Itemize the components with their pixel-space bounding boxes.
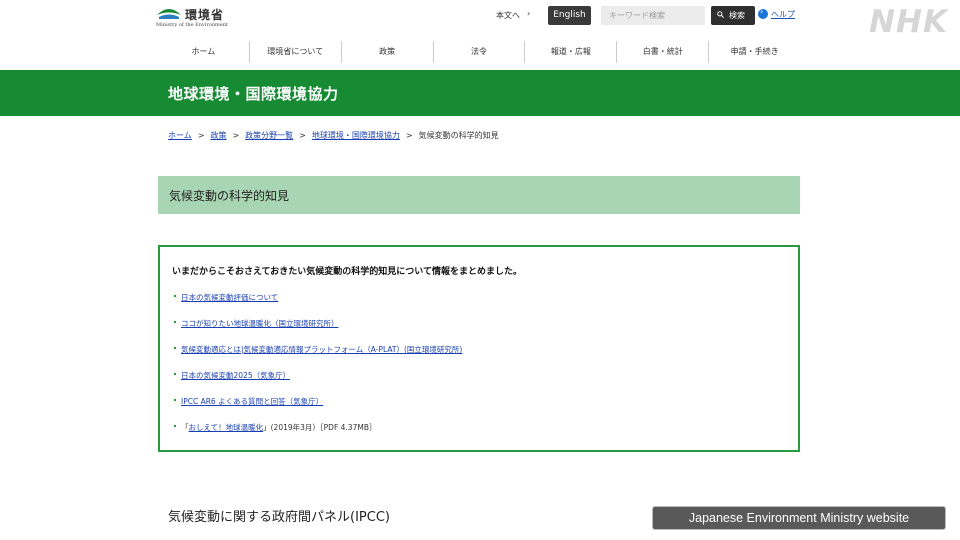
breadcrumb-policy-list[interactable]: 政策分野一覧: [245, 131, 293, 140]
link-a-plat[interactable]: 気候変動適応とは|気候変動適応情報プラットフォーム（A-PLAT）(国立環境研究…: [181, 345, 462, 354]
link-japan-climate-assessment[interactable]: 日本の気候変動評価について: [181, 293, 278, 302]
search-button[interactable]: 検索: [711, 6, 755, 25]
skip-to-content-link[interactable]: 本文へ ›: [496, 9, 530, 21]
banner-title: 地球環境・国際環境協力: [168, 85, 339, 103]
search-button-label: 検索: [729, 11, 745, 20]
breadcrumb: ホーム > 政策 > 政策分野一覧 > 地球環境・国際環境協力 > 気候変動の科学的知見: [168, 130, 499, 141]
bullet-icon: [174, 321, 176, 323]
english-button[interactable]: English: [548, 6, 591, 25]
breadcrumb-separator: >: [232, 131, 240, 140]
link-japan-climate-2025[interactable]: 日本の気候変動2025（気象庁）: [181, 371, 290, 380]
list-item: 気候変動適応とは|気候変動適応情報プラットフォーム（A-PLAT）(国立環境研究…: [174, 344, 462, 370]
list-item: 日本の気候変動評価について: [174, 292, 462, 318]
bullet-icon: [174, 373, 176, 375]
nav-item-about[interactable]: 環境省について: [250, 41, 342, 63]
nav-item-policy[interactable]: 政策: [342, 41, 434, 63]
breadcrumb-separator: >: [299, 131, 306, 140]
quote-open: 「: [181, 423, 189, 432]
page-title: 気候変動の科学的知見: [169, 189, 290, 203]
breadcrumb-separator: >: [197, 131, 205, 140]
list-item: 日本の気候変動2025（気象庁）: [174, 370, 462, 396]
list-item: 「おしえて！地球温暖化」(2019年3月）［PDF 4.37MB］: [174, 422, 462, 448]
breadcrumb-separator: >: [405, 131, 413, 140]
logo-text: 環境省: [185, 8, 225, 22]
nav-item-press[interactable]: 報道・広報: [525, 41, 618, 63]
ministry-logo[interactable]: 環境省 Ministry of the Environment: [156, 4, 236, 30]
link-oshiete-global-warming-pdf[interactable]: おしえて！地球温暖化: [189, 423, 264, 432]
logo-english-text: Ministry of the Environment: [156, 22, 228, 28]
news-caption: Japanese Environment Ministry website: [652, 506, 946, 530]
ipcc-heading: 気候変動に関する政府間パネル(IPCC): [168, 510, 390, 525]
nav-item-laws[interactable]: 法令: [434, 41, 526, 63]
chevron-right-icon: ›: [527, 9, 531, 18]
nav-item-home[interactable]: ホーム: [158, 41, 250, 63]
logo-leaf-icon: [157, 9, 181, 19]
info-box: いまだからこそおさえておきたい気候変動の科学的知見について情報をまとめました。 …: [158, 245, 800, 452]
chevron-right-circle-icon: ›: [758, 7, 768, 19]
breadcrumb-home[interactable]: ホーム: [168, 131, 192, 140]
nhk-watermark: NHK: [869, 4, 948, 40]
skip-to-content-label: 本文へ: [496, 11, 520, 20]
list-item: IPCC AR6 よくある質問と回答（気象庁）: [174, 396, 462, 422]
link-ipcc-ar6-faq[interactable]: IPCC AR6 よくある質問と回答（気象庁）: [181, 397, 323, 406]
pdf-info: 」(2019年3月）［PDF 4.37MB］: [263, 423, 377, 432]
nav-item-applications[interactable]: 申請・手続き: [709, 41, 800, 63]
global-nav: ホーム 環境省について 政策 法令 報道・広報 白書・統計 申請・手続き: [158, 41, 800, 63]
search-icon: [717, 11, 724, 18]
bullet-icon: [174, 295, 176, 297]
list-item: ココが知りたい地球温暖化（国立環境研究所）: [174, 318, 462, 344]
breadcrumb-global-environment[interactable]: 地球環境・国際環境協力: [312, 131, 400, 140]
intro-text: いまだからこそおさえておきたい気候変動の科学的知見について情報をまとめました。: [172, 267, 523, 277]
search-input[interactable]: [601, 6, 705, 25]
bullet-icon: [174, 425, 176, 427]
link-nies-global-warming-faq[interactable]: ココが知りたい地球温暖化（国立環境研究所）: [181, 319, 339, 328]
bullet-icon: [174, 399, 176, 401]
help-link-label: ヘルプ: [771, 10, 795, 19]
breadcrumb-current: 気候変動の科学的知見: [418, 131, 499, 140]
bullet-icon: [174, 347, 176, 349]
breadcrumb-policy[interactable]: 政策: [210, 131, 226, 140]
category-banner: 地球環境・国際環境協力: [0, 70, 960, 116]
resource-links: 日本の気候変動評価について ココが知りたい地球温暖化（国立環境研究所） 気候変動…: [174, 292, 462, 448]
section-heading: 気候変動の科学的知見: [158, 176, 800, 214]
nav-item-whitepaper[interactable]: 白書・統計: [617, 41, 710, 63]
